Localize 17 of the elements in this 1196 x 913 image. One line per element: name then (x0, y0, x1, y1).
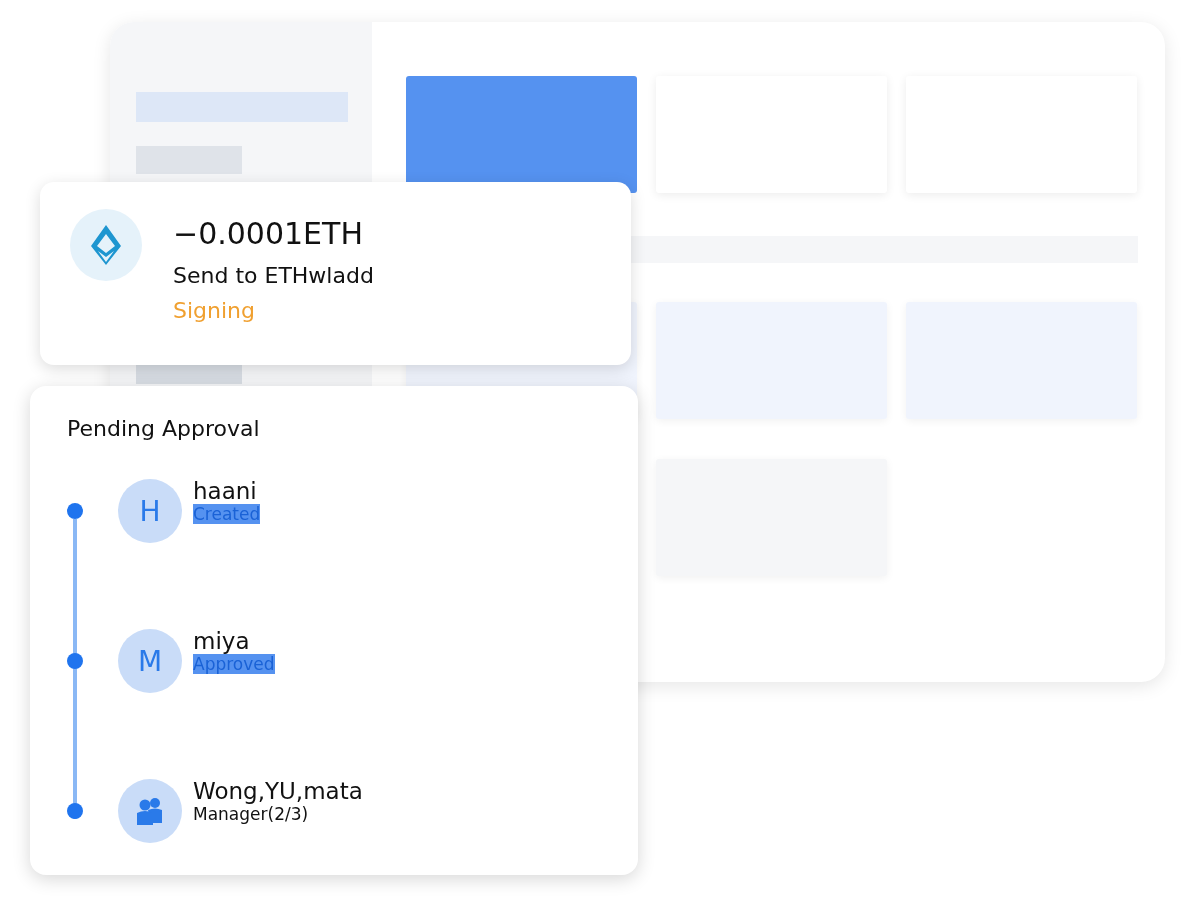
timeline-dot (67, 503, 83, 519)
timeline-dot (67, 653, 83, 669)
group-icon (137, 797, 163, 825)
recipient-text: Send to ETHwladd (173, 263, 374, 288)
status-text: Signing (173, 298, 256, 323)
approver-name: haani (193, 478, 258, 504)
approver-name: miya (193, 628, 251, 654)
approver-status: Manager(2/3) (193, 804, 310, 824)
diamond-icon (89, 223, 123, 267)
timeline-dot (67, 803, 83, 819)
avatar-initial: H (139, 494, 161, 528)
approver-status: Created (193, 504, 261, 524)
approver-status: Approved (193, 654, 275, 674)
approver-name: Wong,YU,mata (193, 778, 363, 804)
amount-text: −0.0001ETH (173, 219, 364, 249)
card-title: Pending Approval (67, 416, 261, 441)
avatar-initial: M (137, 644, 163, 678)
